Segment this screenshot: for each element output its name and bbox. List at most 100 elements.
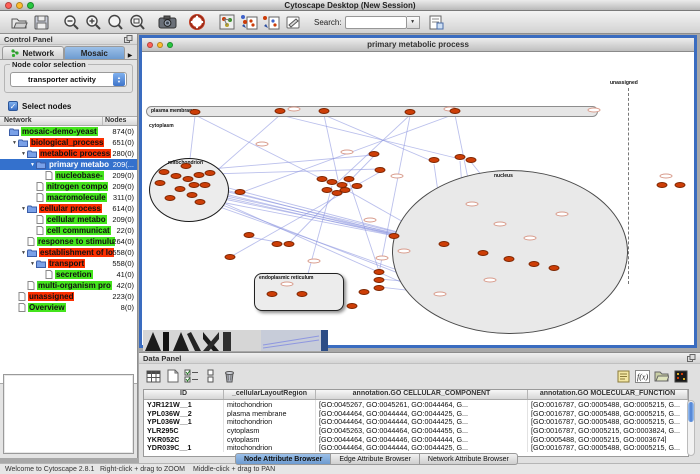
network-node[interactable] (319, 108, 330, 114)
maximize-button[interactable] (27, 2, 34, 9)
tree-expand-icon[interactable]: ▼ (20, 151, 27, 157)
table-column-header[interactable]: _cellularLayoutRegion (224, 390, 316, 399)
network-canvas[interactable]: plasma membrane cytoplasm mitochondrion … (142, 52, 694, 345)
tree-row[interactable]: response to stimulu264(0) (0, 236, 137, 247)
tree-row[interactable]: secretion41(0) (0, 269, 137, 280)
birds-eye-view[interactable] (3, 374, 134, 454)
function-builder-icon[interactable]: f(x) (633, 367, 652, 385)
tree-column-network[interactable]: Network (0, 117, 103, 125)
network-node[interactable] (352, 183, 363, 189)
select-attributes-icon[interactable] (182, 367, 201, 385)
network-window-zoom-button[interactable] (167, 42, 173, 48)
tree-expand-icon[interactable]: ▼ (29, 162, 36, 168)
import-network-icon[interactable] (238, 12, 260, 32)
network-node[interactable] (187, 192, 198, 198)
network-node[interactable] (272, 241, 283, 247)
select-nodes-checkbox[interactable]: ✓ (8, 101, 18, 111)
new-attribute-icon[interactable] (163, 367, 182, 385)
network-node[interactable] (359, 289, 370, 295)
table-row[interactable]: YPL036W__1mitochondrion[GO:0044464, GO:0… (144, 417, 688, 426)
tree-row[interactable]: mosaic-demo-yeast874(0) (0, 126, 137, 137)
minimize-button[interactable] (16, 2, 23, 9)
tree-row[interactable]: ▼establishment of lo558(0) (0, 247, 137, 258)
network-node[interactable] (267, 291, 278, 297)
more-tabs-icon[interactable]: ▶ (125, 52, 135, 59)
network-node[interactable] (194, 172, 205, 178)
tree-row[interactable]: Overview8(0) (0, 302, 137, 313)
network-node[interactable] (284, 241, 295, 247)
float-panel-icon[interactable] (124, 35, 133, 43)
data-panel-float-icon[interactable] (687, 354, 696, 362)
network-node[interactable] (466, 157, 477, 163)
table-column-header[interactable]: ID (144, 390, 224, 399)
network-node[interactable] (529, 261, 540, 267)
help-icon[interactable] (186, 12, 208, 32)
table-row[interactable]: YJR121W__1mitochondrion[GO:0045267, GO:0… (144, 400, 688, 409)
tab-network[interactable]: Network (2, 46, 64, 59)
tree-expand-icon[interactable]: ▼ (20, 206, 27, 212)
tree-row[interactable]: cell communicat22(0) (0, 225, 137, 236)
save-icon[interactable] (30, 12, 52, 32)
node-color-dropdown[interactable]: transporter activity ▲▼ (10, 72, 127, 87)
table-column-header[interactable]: annotation.GO MOLECULAR_FUNCTION (528, 390, 688, 399)
network-node[interactable] (429, 157, 440, 163)
network-node[interactable] (405, 109, 416, 115)
delete-attribute-icon[interactable] (220, 367, 239, 385)
tree-expand-icon[interactable]: ▼ (29, 261, 36, 267)
tree-row[interactable]: ▼metabolic process280(0) (0, 148, 137, 159)
snapshot-icon[interactable] (156, 12, 178, 32)
tree-expand-icon[interactable]: ▼ (11, 140, 18, 146)
network-node[interactable] (275, 108, 286, 114)
network-node[interactable] (504, 256, 515, 262)
tab-network-attribute-browser[interactable]: Network Attribute Browser (420, 453, 518, 465)
tree-column-nodes[interactable]: Nodes (103, 117, 137, 125)
nucleus-region[interactable] (392, 170, 628, 334)
attribute-browser-icon[interactable] (426, 12, 448, 32)
zoom-selected-region-icon[interactable] (104, 12, 126, 32)
zoom-fit-icon[interactable] (126, 12, 148, 32)
tree-row[interactable]: nitrogen compo209(0) (0, 181, 137, 192)
zoom-out-icon[interactable] (60, 12, 82, 32)
network-node[interactable] (675, 182, 686, 188)
tree-row[interactable]: nucleobase-209(0) (0, 170, 137, 181)
network-window-minimize-button[interactable] (157, 42, 163, 48)
network-node[interactable] (155, 180, 166, 186)
tree-row[interactable]: unassigned223(0) (0, 291, 137, 302)
network-node[interactable] (225, 254, 236, 260)
network-node[interactable] (189, 182, 200, 188)
network-overview-icon[interactable] (216, 12, 238, 32)
tab-edge-attribute-browser[interactable]: Edge Attribute Browser (331, 453, 420, 465)
network-node[interactable] (450, 108, 461, 114)
import-attributes-icon[interactable] (652, 367, 671, 385)
tree-row[interactable]: macromolecule311(0) (0, 192, 137, 203)
notepad-icon[interactable] (614, 367, 633, 385)
table-row[interactable]: YKR052Ccytoplasm[GO:0044464, GO:0044446,… (144, 435, 688, 444)
unselect-attributes-icon[interactable] (201, 367, 220, 385)
tree-row[interactable]: cellular metabo209(0) (0, 214, 137, 225)
network-node[interactable] (235, 189, 246, 195)
network-node[interactable] (439, 241, 450, 247)
network-node[interactable] (549, 265, 560, 271)
table-row[interactable]: YPL036W__2plasma membrane[GO:0044464, GO… (144, 409, 688, 418)
network-window-titlebar[interactable]: primary metabolic process (142, 38, 694, 52)
export-network-icon[interactable] (260, 12, 282, 32)
network-node[interactable] (200, 182, 211, 188)
network-node[interactable] (171, 173, 182, 179)
network-node[interactable] (478, 250, 489, 256)
network-node[interactable] (297, 291, 308, 297)
network-node[interactable] (340, 187, 351, 193)
open-file-icon[interactable] (8, 12, 30, 32)
tab-node-attribute-browser[interactable]: Node Attribute Browser (235, 453, 331, 465)
network-node[interactable] (181, 163, 192, 169)
network-node[interactable] (205, 170, 216, 176)
network-node[interactable] (455, 154, 466, 160)
plasma-membrane-region[interactable] (146, 106, 598, 117)
network-node[interactable] (175, 186, 186, 192)
close-button[interactable] (5, 2, 12, 9)
network-node[interactable] (165, 195, 176, 201)
table-row[interactable]: YLR295Ccytoplasm[GO:0045263, GO:0044464,… (144, 426, 688, 435)
table-column-header[interactable]: annotation.GO CELLULAR_COMPONENT (316, 390, 528, 399)
network-node[interactable] (375, 167, 386, 173)
attribute-table-icon[interactable] (144, 367, 163, 385)
network-node[interactable] (374, 269, 385, 275)
